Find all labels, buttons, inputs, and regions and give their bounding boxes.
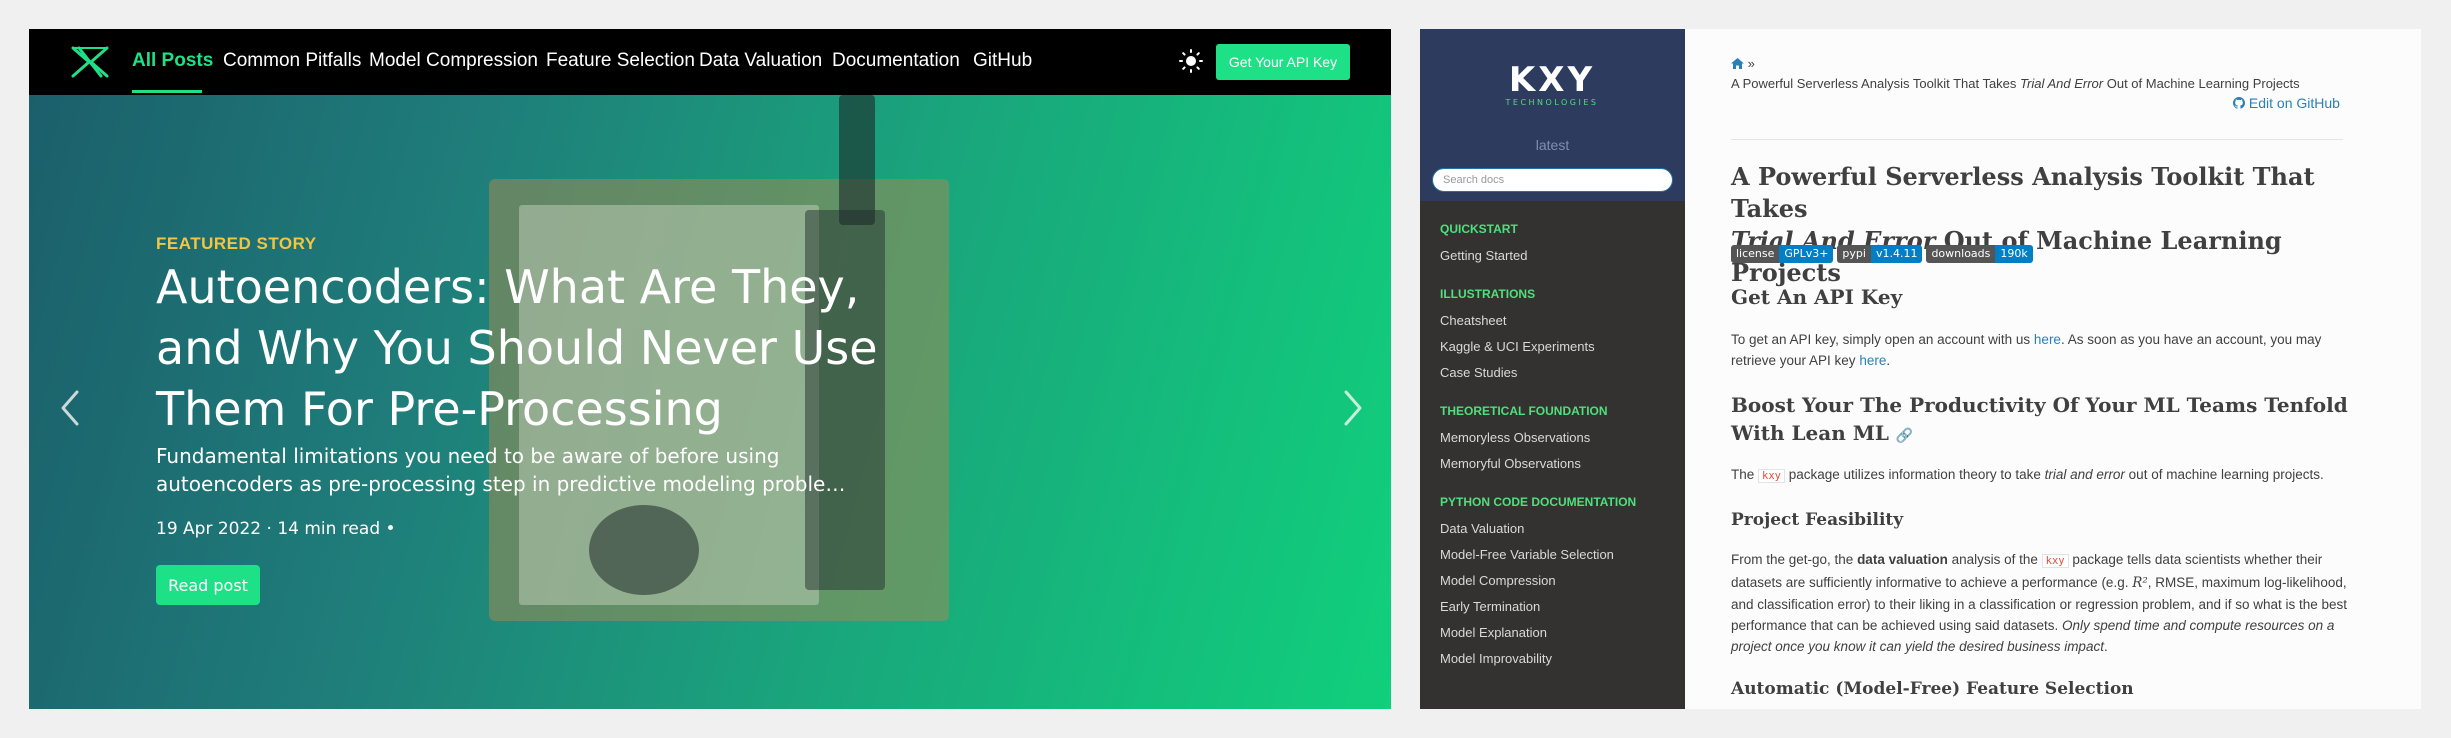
api-key-here-link[interactable]: here: [1859, 353, 1886, 368]
toc-model-compression[interactable]: Model Compression: [1440, 573, 1556, 588]
toc-data-valuation[interactable]: Data Valuation: [1440, 521, 1524, 536]
p-boost-1: The: [1731, 467, 1759, 482]
featured-subtitle-line2: autoencoders as pre-processing step in p…: [156, 472, 856, 496]
featured-subtitle-line1: Fundamental limitations you need to be a…: [156, 444, 780, 468]
heading-get-api-key: Get An API Key: [1731, 285, 1903, 309]
sidebar-header: KXY TECHNOLOGIES latest: [1420, 29, 1685, 201]
toc-model-free-selection[interactable]: Model-Free Variable Selection: [1440, 547, 1614, 562]
read-post-button[interactable]: Read post: [156, 565, 260, 605]
featured-kicker: FEATURED STORY: [156, 234, 317, 253]
account-here-link[interactable]: here: [2034, 332, 2061, 347]
home-icon[interactable]: [1731, 58, 1744, 69]
nav-active-indicator: [132, 90, 202, 93]
brand-subtext: TECHNOLOGIES: [1505, 98, 1599, 107]
hero-banner: FEATURED STORY Autoencoders: What Are Th…: [29, 95, 1391, 709]
p-feas-5: .: [2103, 639, 2108, 654]
toc-cheatsheet[interactable]: Cheatsheet: [1440, 313, 1507, 328]
page-title: A Powerful Serverless Analysis Toolkit T…: [1731, 161, 2371, 289]
kxy-logo[interactable]: KXY TECHNOLOGIES: [1484, 59, 1620, 107]
pypi-badge-key: pypi: [1837, 245, 1871, 263]
nav-data-valuation[interactable]: Data Valuation: [699, 50, 822, 72]
edit-on-github-label: Edit on GitHub: [2248, 95, 2340, 111]
toc-memoryful[interactable]: Memoryful Observations: [1440, 456, 1581, 471]
toc-case-studies[interactable]: Case Studies: [1440, 365, 1517, 380]
featured-meta: 19 Apr 2022 · 14 min read •: [156, 519, 396, 539]
code-kxy-2: kxy: [2041, 554, 2069, 568]
header-divider: [1731, 139, 2343, 140]
license-badge-key: license: [1731, 245, 1780, 263]
badges-row: license GPLv3+ pypi v1.4.11 downloads 190k: [1731, 245, 2037, 263]
pypi-badge[interactable]: pypi v1.4.11: [1837, 245, 1923, 263]
heading-automatic-feature-selection: Automatic (Model-Free) Feature Selection: [1731, 679, 2134, 699]
sun-icon[interactable]: [1179, 49, 1203, 73]
downloads-badge[interactable]: downloads 190k: [1926, 245, 2033, 263]
p-boost-3: out of machine learning projects.: [2124, 467, 2324, 482]
github-icon: [2233, 97, 2245, 109]
logo-icon[interactable]: [69, 46, 111, 78]
paragraph-feasibility: From the get-go, the data valuation anal…: [1731, 549, 2351, 657]
heading-boost-productivity: Boost Your The Productivity Of Your ML T…: [1731, 391, 2371, 450]
license-badge[interactable]: license GPLv3+: [1731, 245, 1834, 263]
p-feas-1: From the get-go, the: [1731, 552, 1858, 567]
breadcrumb-title-post: Out of Machine Learning Projects: [2103, 76, 2300, 91]
brand-text: KXY: [1509, 60, 1595, 100]
nav-feature-selection[interactable]: Feature Selection: [546, 50, 695, 72]
breadcrumb-separator: »: [1747, 56, 1755, 71]
p-api-1: To get an API key, simply open an accoun…: [1731, 332, 2034, 347]
caption-quickstart: QUICKSTART: [1440, 222, 1518, 236]
nav-model-compression[interactable]: Model Compression: [369, 50, 538, 72]
heading-project-feasibility: Project Feasibility: [1731, 510, 1904, 530]
buzzer-image: [589, 505, 699, 595]
docs-content: » A Powerful Serverless Analysis Toolkit…: [1685, 29, 2421, 709]
paragraph-api-key: To get an API key, simply open an accoun…: [1731, 329, 2351, 371]
chevron-left-icon[interactable]: [59, 388, 83, 428]
caption-python-code-docs: PYTHON CODE DOCUMENTATION: [1440, 495, 1637, 509]
toc-model-improvability[interactable]: Model Improvability: [1440, 651, 1552, 666]
p-feas-2: analysis of the: [1947, 552, 2042, 567]
nav-all-posts[interactable]: All Posts: [132, 50, 213, 72]
breadcrumb-title-pre: A Powerful Serverless Analysis Toolkit T…: [1731, 76, 2021, 91]
downloads-badge-value: 190k: [1995, 245, 2033, 263]
edit-on-github-link[interactable]: Edit on GitHub: [2233, 95, 2340, 111]
docs-sidebar: KXY TECHNOLOGIES latest QUICKSTART Getti…: [1420, 29, 1685, 709]
link-icon[interactable]: 🔗: [1896, 428, 1913, 444]
toc-kaggle-uci[interactable]: Kaggle & UCI Experiments: [1440, 339, 1595, 354]
p-feas-math: R²: [2132, 575, 2148, 591]
breadcrumb: »: [1731, 56, 1755, 71]
caption-theoretical-foundation: THEORETICAL FOUNDATION: [1440, 404, 1608, 418]
code-kxy: kxy: [1758, 469, 1785, 483]
toc-memoryless[interactable]: Memoryless Observations: [1440, 430, 1590, 445]
downloads-badge-key: downloads: [1926, 245, 1996, 263]
breadcrumb-current: A Powerful Serverless Analysis Toolkit T…: [1731, 76, 2300, 91]
p-boost-2: package utilizes information theory to t…: [1784, 467, 2045, 482]
blog-window: FEATURED STORY Autoencoders: What Are Th…: [29, 29, 1391, 709]
breadcrumb-title-em: Trial And Error: [2020, 76, 2104, 91]
get-api-key-button[interactable]: Get Your API Key: [1216, 44, 1350, 80]
p-feas-strong: data valuation: [1857, 552, 1948, 567]
top-navbar: All Posts Common Pitfalls Model Compress…: [29, 29, 1391, 95]
nav-github[interactable]: GitHub: [973, 50, 1032, 72]
docs-search-input[interactable]: [1432, 168, 1673, 192]
nav-common-pitfalls[interactable]: Common Pitfalls: [223, 50, 361, 72]
license-badge-value: GPLv3+: [1779, 245, 1834, 263]
docs-window: KXY TECHNOLOGIES latest QUICKSTART Getti…: [1420, 29, 2421, 709]
toc-early-termination[interactable]: Early Termination: [1440, 599, 1540, 614]
docs-version[interactable]: latest: [1420, 137, 1685, 153]
chevron-right-icon[interactable]: [1340, 388, 1364, 428]
toc-model-explanation[interactable]: Model Explanation: [1440, 625, 1547, 640]
featured-subtitle: Fundamental limitations you need to be a…: [156, 442, 856, 498]
p-boost-em: trial and error: [2044, 467, 2125, 482]
paragraph-boost: The kxy package utilizes information the…: [1731, 464, 2351, 487]
toc-getting-started[interactable]: Getting Started: [1440, 248, 1527, 263]
heading-boost-text: Boost Your The Productivity Of Your ML T…: [1731, 393, 2348, 445]
page-title-line1: A Powerful Serverless Analysis Toolkit T…: [1731, 162, 2315, 223]
cable-image: [839, 95, 875, 225]
featured-title[interactable]: Autoencoders: What Are They, and Why You…: [156, 257, 916, 440]
p-api-3: .: [1886, 353, 1891, 368]
caption-illustrations: ILLUSTRATIONS: [1440, 287, 1536, 301]
nav-documentation[interactable]: Documentation: [832, 50, 960, 72]
pypi-badge-value: v1.4.11: [1870, 245, 1923, 263]
